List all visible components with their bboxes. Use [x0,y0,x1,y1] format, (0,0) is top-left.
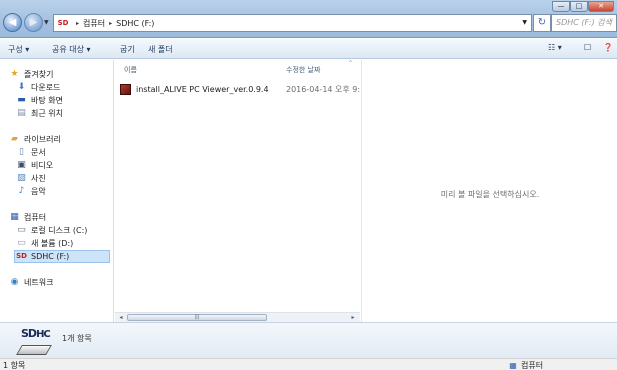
sidebar-item-videos[interactable]: ▣ 비디오 [16,159,53,172]
sidebar-item-label: 음악 [31,187,46,196]
minimize-button[interactable]: — [552,1,570,12]
address-bar[interactable]: SD ▸ 컴퓨터 ▸ SDHC (F:) ▼ [53,14,532,32]
help-icon[interactable]: ❓ [603,43,613,52]
sidebar-item-recent-places[interactable]: ▤ 최근 위치 [16,107,63,120]
breadcrumb-computer[interactable]: 컴퓨터 [83,18,105,29]
sidebar-item-label: 비디오 [31,161,54,170]
network-icon: ◉ [10,277,19,287]
sd-card-icon [16,345,52,355]
search-input[interactable]: SDHC (F:) 검색 [551,14,617,32]
command-bar: 구성 ▾ 공유 대상 ▾ 굽기 새 폴더 ☷ ▾ ☐ ❓ [0,39,617,59]
library-icon: ▰ [11,134,18,144]
breadcrumb-separator[interactable]: ▸ [109,20,112,27]
sidebar-item-computer[interactable]: ▦ 컴퓨터 [9,211,46,224]
organize-button[interactable]: 구성 ▾ [8,44,29,55]
volume-icon: ▭ [17,238,26,248]
recent-pages-dropdown[interactable]: ▼ [44,19,49,26]
sdhc-logo-sub: HC [36,329,51,340]
burn-button[interactable]: 굽기 [120,44,135,55]
installer-icon [120,83,131,95]
local-disk-icon: ▭ [17,225,26,235]
item-count: 1개 항목 [62,334,92,343]
downloads-icon: ⬇ [17,82,26,92]
share-with-button[interactable]: 공유 대상 ▾ [52,44,91,55]
refresh-button[interactable]: ↻ [533,14,551,32]
sidebar-item-downloads[interactable]: ⬇ 다운로드 [16,81,61,94]
file-row[interactable]: install_ALIVE PC Viewer_ver.0.9.4 2016-0… [120,82,360,96]
desktop-icon: ▬ [17,95,26,105]
close-button[interactable]: ✕ [588,1,614,12]
sidebar-item-label: 사진 [31,174,46,183]
sidebar-item-label: 바탕 화면 [31,96,63,105]
preview-pane: 미리 볼 파일을 선택하십시오. [361,60,617,322]
sd-card-icon: SD [57,19,69,27]
scroll-right-button[interactable]: ▸ [348,314,358,322]
sidebar-item-sdhc-f[interactable]: SD SDHC (F:) [14,250,110,263]
music-icon: ♪ [18,186,25,196]
new-folder-button[interactable]: 새 폴더 [148,44,173,55]
breadcrumb-separator[interactable]: ▸ [76,20,79,27]
preview-pane-button[interactable]: ☐ [584,43,591,52]
scroll-thumb[interactable]: ||| [127,314,267,321]
sidebar-item-libraries[interactable]: ▰ 라이브러리 [9,133,61,146]
title-bar: — □ ✕ ◀ ▶ ▼ SD ▸ 컴퓨터 ▸ SDHC (F:) ▼ ↻ SDH… [0,0,617,38]
pictures-icon: ▨ [17,173,26,183]
sort-indicator-icon: ^ [348,60,354,67]
navigation-pane: ★ 즐겨찾기 ⬇ 다운로드 ▬ 바탕 화면 ▤ 최근 위치 ▰ 라이브러리 ▯ … [0,60,114,322]
sidebar-item-music[interactable]: ♪ 음악 [16,185,46,198]
computer-icon: ▦ [509,360,517,370]
breadcrumb-sdhc[interactable]: SDHC (F:) [116,19,154,28]
horizontal-scrollbar[interactable]: ◂ ||| ▸ [115,312,360,322]
sidebar-item-pictures[interactable]: ▨ 사진 [16,172,46,185]
sidebar-item-label: SDHC (F:) [31,252,70,261]
sidebar-item-favorites[interactable]: ★ 즐겨찾기 [9,68,53,81]
status-location: ▦ 컴퓨터 [508,360,543,370]
maximize-button[interactable]: □ [570,1,588,12]
column-header-name[interactable]: 이름 [124,65,137,75]
videos-icon: ▣ [17,160,26,170]
sidebar-item-new-volume-d[interactable]: ▭ 새 볼륨 (D:) [16,237,73,250]
sdhc-logo: SDHC [21,326,51,341]
sidebar-item-label: 문서 [31,148,46,157]
address-dropdown-icon[interactable]: ▼ [522,19,527,26]
star-icon: ★ [10,69,19,79]
window-controls: — □ ✕ [552,1,614,12]
sd-card-icon: SD [16,252,27,260]
forward-button[interactable]: ▶ [24,13,43,32]
sidebar-item-local-disk-c[interactable]: ▭ 로컬 디스크 (C:) [16,224,87,237]
documents-icon: ▯ [19,147,24,157]
recent-places-icon: ▤ [17,108,26,118]
sidebar-item-label: 즐겨찾기 [24,70,54,79]
sidebar-item-label: 새 볼륨 (D:) [31,239,74,248]
sidebar-item-network[interactable]: ◉ 네트워크 [9,276,54,289]
status-item-count: 1 항목 [3,361,26,370]
sidebar-item-documents[interactable]: ▯ 문서 [16,146,46,159]
back-button[interactable]: ◀ [3,13,22,32]
file-date-modified: 2016-04-14 오후 9:27 [286,85,360,94]
sdhc-logo-main: SD [21,327,37,340]
sidebar-item-label: 컴퓨터 [24,213,47,222]
scroll-left-button[interactable]: ◂ [116,314,126,322]
sidebar-item-label: 네트워크 [24,278,54,287]
sidebar-item-desktop[interactable]: ▬ 바탕 화면 [16,94,63,107]
sidebar-item-label: 다운로드 [31,83,61,92]
sidebar-item-label: 라이브러리 [24,135,61,144]
file-name: install_ALIVE PC Viewer_ver.0.9.4 [136,84,269,94]
details-pane: SDHC 1개 항목 [0,322,617,358]
status-location-label: 컴퓨터 [521,361,544,370]
change-view-button[interactable]: ☷ ▾ [548,43,562,52]
column-header-date-modified[interactable]: 수정한 날짜 [286,65,320,75]
preview-placeholder-text: 미리 볼 파일을 선택하십시오. [440,190,540,199]
status-bar: 1 항목 ▦ 컴퓨터 [0,358,617,370]
sidebar-item-label: 최근 위치 [31,109,63,118]
computer-icon: ▦ [10,212,19,222]
file-list: 이름 ^ 수정한 날짜 install_ALIVE PC Viewer_ver.… [115,60,360,312]
sidebar-item-label: 로컬 디스크 (C:) [31,226,88,235]
